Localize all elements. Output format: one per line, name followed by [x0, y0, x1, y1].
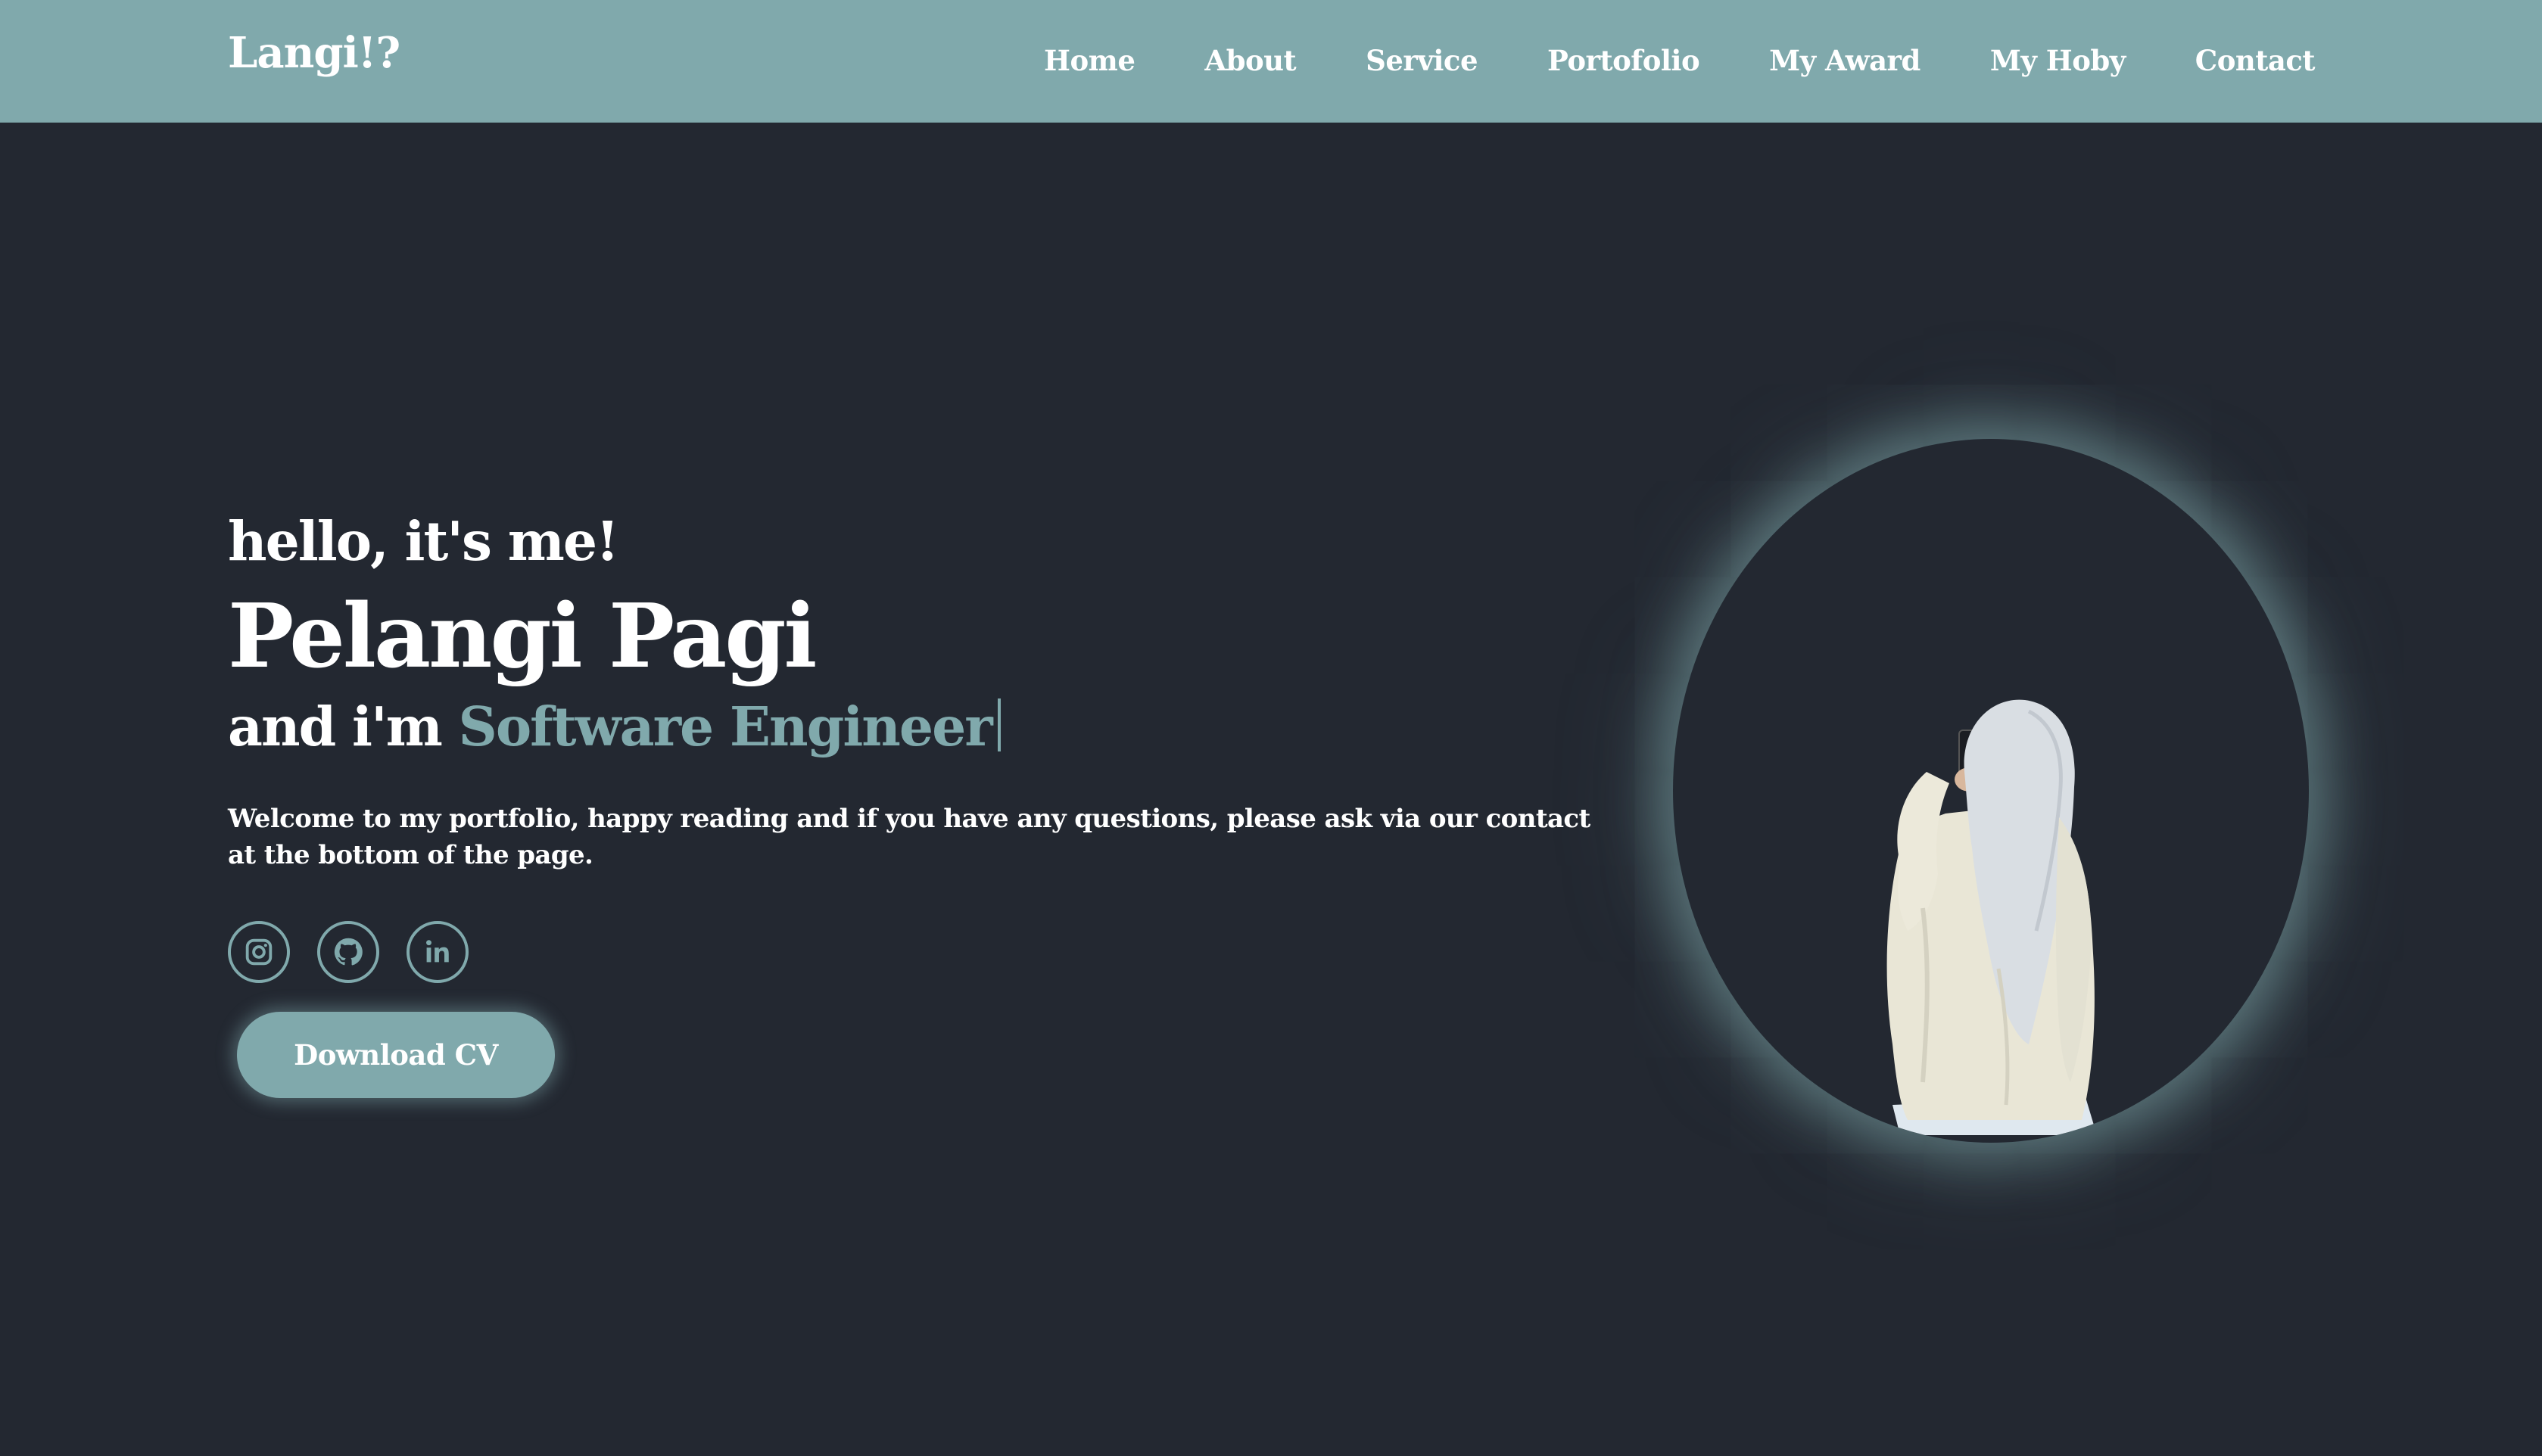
- hero-name: Pelangi Pagi: [228, 585, 817, 688]
- nav-link-contact[interactable]: Contact: [2195, 47, 2316, 77]
- profile-photo-illustration: [1886, 699, 2097, 1135]
- instagram-link[interactable]: [228, 921, 290, 983]
- nav-link-my-hoby[interactable]: My Hoby: [1990, 47, 2126, 77]
- nav-link-about[interactable]: About: [1204, 47, 1296, 77]
- nav-link-my-award[interactable]: My Award: [1769, 47, 1921, 77]
- nav-link-service[interactable]: Service: [1366, 47, 1478, 77]
- linkedin-icon: [426, 940, 449, 963]
- main-nav: Home About Service Portofolio My Award M…: [1044, 47, 2315, 77]
- social-links: [228, 921, 469, 983]
- nav-link-home[interactable]: Home: [1044, 47, 1135, 77]
- github-icon: [334, 938, 363, 966]
- hero-section: hello, it's me! Pelangi Pagi and i'm Sof…: [228, 509, 1606, 1098]
- role-prefix: and i'm: [228, 695, 459, 758]
- hero-greeting: hello, it's me!: [228, 509, 619, 573]
- site-logo[interactable]: Langi!?: [228, 32, 400, 74]
- nav-link-portofolio[interactable]: Portofolio: [1547, 47, 1700, 77]
- profile-photo: [1673, 439, 2309, 1143]
- hero-role-line: and i'm Software Engineer: [228, 698, 1001, 754]
- github-link[interactable]: [317, 921, 379, 983]
- page: Langi!? Home About Service Portofolio My…: [0, 0, 2542, 1456]
- download-cv-button[interactable]: Download CV: [237, 1012, 555, 1098]
- linkedin-link[interactable]: [407, 921, 469, 983]
- top-navbar: Langi!? Home About Service Portofolio My…: [0, 0, 2542, 123]
- typing-cursor: [997, 698, 1001, 751]
- instagram-icon: [245, 938, 273, 966]
- hero-intro-text: Welcome to my portfolio, happy reading a…: [228, 804, 1590, 870]
- role-title: Software Engineer: [458, 695, 993, 758]
